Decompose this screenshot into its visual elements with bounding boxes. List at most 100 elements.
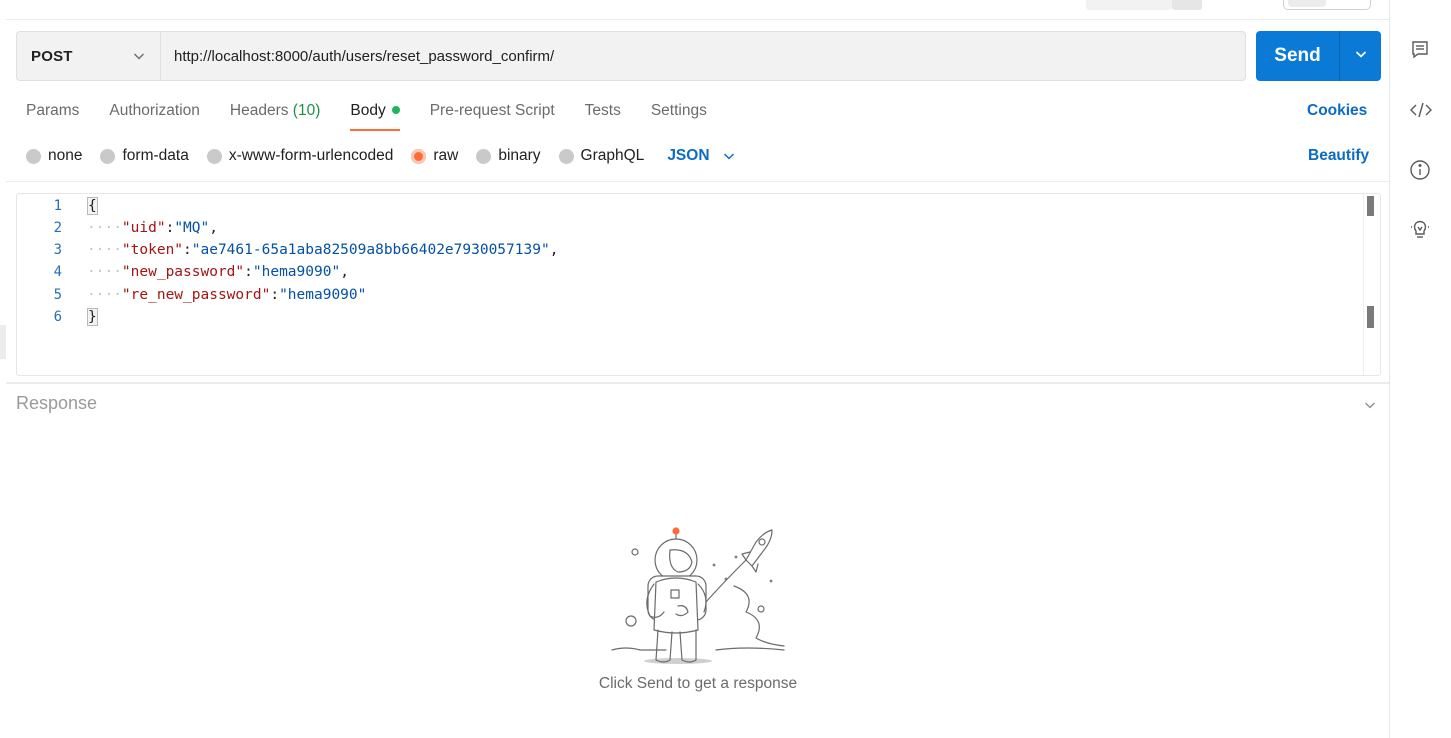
scrollbar-marker xyxy=(1367,306,1374,328)
radio-label: raw xyxy=(433,147,459,164)
body-type-graphql[interactable]: GraphQL xyxy=(558,147,645,165)
editor-line: 2 ····"uid":"MQ", xyxy=(17,217,1380,239)
json-value: "hema9090" xyxy=(252,264,341,280)
beautify-button[interactable]: Beautify xyxy=(1308,144,1369,168)
body-type-options: none form-data x-www-form-urlencoded raw… xyxy=(26,144,736,168)
line-number: 6 xyxy=(53,309,62,325)
radio-label: binary xyxy=(498,147,541,164)
tab-params[interactable]: Params xyxy=(26,99,79,131)
json-colon: : xyxy=(244,264,253,280)
headers-count: (10) xyxy=(292,102,321,119)
json-comma: , xyxy=(340,264,349,280)
chevron-down-icon xyxy=(1354,47,1368,66)
code-icon[interactable] xyxy=(1409,98,1433,122)
send-options-button[interactable] xyxy=(1340,31,1381,81)
tab-label: Headers xyxy=(229,102,289,119)
indent-guide: ···· xyxy=(87,264,122,280)
indent-guide: ···· xyxy=(87,220,122,236)
editor-scrollbar[interactable] xyxy=(1363,194,1380,375)
radio-button[interactable] xyxy=(206,148,222,164)
json-value: "MQ" xyxy=(174,220,210,236)
response-title[interactable]: Response xyxy=(16,393,97,414)
tab-headers[interactable]: Headers (10) xyxy=(230,99,320,131)
radio-label: GraphQL xyxy=(580,147,645,164)
editor-line: 4 ····"new_password":"hema9090", xyxy=(17,261,1380,283)
line-number: 1 xyxy=(53,198,62,214)
json-key: "uid" xyxy=(121,220,166,236)
tab-body[interactable]: Body xyxy=(350,99,401,131)
comment-icon[interactable] xyxy=(1409,38,1433,62)
indent-guide: ···· xyxy=(87,242,122,258)
send-button[interactable]: Send xyxy=(1256,31,1339,81)
json-colon: : xyxy=(165,220,175,236)
radio-label: x-www-form-urlencoded xyxy=(228,147,394,164)
editor-line: 3 ····"token":"ae7461-65a1aba82509a8bb66… xyxy=(17,239,1380,261)
method-select[interactable]: POST xyxy=(17,32,161,80)
tab-authorization[interactable]: Authorization xyxy=(109,99,199,131)
radio-button[interactable] xyxy=(558,148,574,164)
top-control[interactable] xyxy=(1086,0,1172,10)
radio-button[interactable] xyxy=(26,148,41,164)
lightbulb-icon[interactable] xyxy=(1409,218,1433,242)
cookies-link[interactable]: Cookies xyxy=(1307,99,1367,123)
top-control-secondary[interactable] xyxy=(1172,0,1202,10)
json-colon: : xyxy=(183,242,192,258)
request-tabs: Params Authorization Headers (10) Body P… xyxy=(26,99,737,131)
line-number: 5 xyxy=(53,287,62,303)
divider xyxy=(6,181,1390,182)
radio-button-selected[interactable] xyxy=(411,148,427,164)
response-divider[interactable] xyxy=(6,382,1390,384)
tab-tests[interactable]: Tests xyxy=(585,99,621,131)
editor-line: 6 } xyxy=(17,306,1380,328)
json-key: "token" xyxy=(121,242,184,258)
astronaut-illustration xyxy=(606,520,796,670)
body-type-none[interactable]: none xyxy=(26,147,82,165)
radio-button[interactable] xyxy=(100,148,116,164)
method-label: POST xyxy=(31,47,73,65)
line-number: 2 xyxy=(53,220,62,236)
radio-label: none xyxy=(48,147,83,164)
tab-label: Params xyxy=(26,102,80,119)
open-brace: { xyxy=(87,197,98,215)
body-type-form-data[interactable]: form-data xyxy=(100,147,189,165)
sidebar-collapse-handle[interactable] xyxy=(0,325,6,359)
body-editor[interactable]: 1 { 2 ····"uid":"MQ", 3 ····"token":"ae7… xyxy=(16,193,1381,376)
json-comma: , xyxy=(209,220,218,236)
request-bar: POST xyxy=(16,31,1246,81)
indent-guide: ···· xyxy=(87,287,122,303)
empty-response-message: Click Send to get a response xyxy=(598,675,798,692)
tab-label: Pre-request Script xyxy=(429,102,555,119)
chevron-down-icon[interactable] xyxy=(1363,398,1377,417)
info-icon[interactable] xyxy=(1409,158,1433,182)
body-type-binary[interactable]: binary xyxy=(476,147,541,165)
json-value: "ae7461-65a1aba82509a8bb66402e7930057139… xyxy=(191,242,550,258)
raw-language-label: JSON xyxy=(667,147,710,164)
json-value: "hema9090" xyxy=(279,287,367,303)
active-indicator-dot xyxy=(391,106,400,114)
url-input[interactable] xyxy=(174,47,1232,65)
tab-label: Body xyxy=(350,102,386,119)
tab-pre-request-script[interactable]: Pre-request Script xyxy=(430,99,555,131)
json-key: "new_password" xyxy=(121,264,245,280)
editor-line: 5 ····"re_new_password":"hema9090" xyxy=(17,284,1380,306)
json-key: "re_new_password" xyxy=(121,287,271,303)
editor-line: 1 { xyxy=(17,195,1380,217)
radio-button[interactable] xyxy=(476,148,492,164)
chevron-down-icon xyxy=(722,149,736,163)
tab-settings[interactable]: Settings xyxy=(651,99,707,131)
url-field[interactable] xyxy=(161,32,1245,80)
top-toggle[interactable] xyxy=(1283,0,1371,10)
tab-label: Authorization xyxy=(109,102,200,119)
raw-language-select[interactable]: JSON xyxy=(667,147,735,165)
left-gutter xyxy=(0,0,6,738)
line-number: 3 xyxy=(53,242,62,258)
json-colon: : xyxy=(270,287,280,303)
scrollbar-thumb[interactable] xyxy=(1367,196,1374,216)
close-brace: } xyxy=(87,308,98,326)
chevron-down-icon xyxy=(132,49,146,63)
radio-label: form-data xyxy=(122,147,189,164)
tab-label: Settings xyxy=(650,102,707,119)
body-type-raw[interactable]: raw xyxy=(411,147,458,165)
body-type-urlencoded[interactable]: x-www-form-urlencoded xyxy=(206,147,394,165)
json-comma: , xyxy=(549,242,559,258)
